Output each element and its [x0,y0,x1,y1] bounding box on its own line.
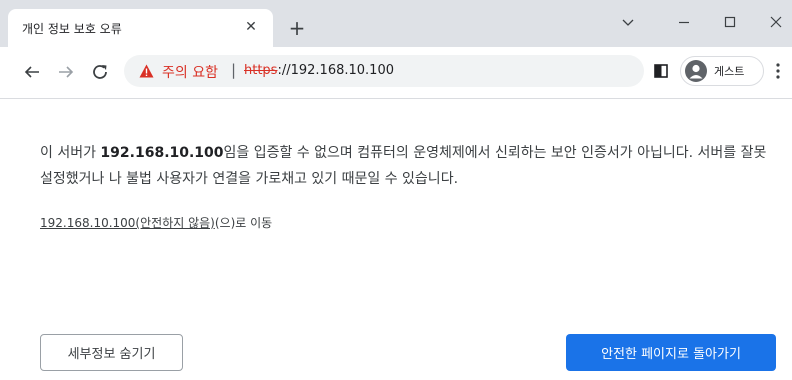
chevron-down-icon[interactable] [616,10,640,34]
tab-title: 개인 정보 보호 오류 [22,22,122,36]
minimize-icon[interactable] [672,10,696,34]
new-tab-icon[interactable]: + [285,17,309,41]
hide-details-button[interactable]: 세부정보 숨기기 [40,334,183,371]
toolbar: 주의 요함 | https://192.168.10.100 게스트 [0,47,792,99]
url-host: ://192.168.10.100 [277,63,394,78]
tab-privacy-error[interactable]: 개인 정보 보호 오류 ✕ [8,9,273,47]
error-details: 이 서버가 192.168.10.100임을 입증할 수 없으며 컴퓨터의 운영… [40,140,780,192]
close-icon[interactable] [764,10,788,34]
security-status[interactable]: 주의 요함 [162,62,218,82]
url-scheme: https [244,63,278,78]
profile-button[interactable]: 게스트 [680,56,764,86]
separator: | [231,61,237,79]
tab-close-icon[interactable]: ✕ [241,17,261,37]
proceed-line: 192.168.10.100(안전하지 않음)(으)로 이동 [40,214,272,231]
message-prefix: 이 서버가 [40,145,101,161]
side-panel-icon[interactable] [654,64,668,78]
error-message: 이 서버가 192.168.10.100임을 입증할 수 없으며 컴퓨터의 운영… [40,140,780,192]
back-arrow-icon[interactable] [20,60,44,84]
address-bar[interactable]: 주의 요함 | https://192.168.10.100 [124,55,644,87]
more-menu-icon[interactable] [774,61,782,81]
forward-arrow-icon[interactable] [54,60,78,84]
back-to-safety-button[interactable]: 안전한 페이지로 돌아가기 [566,334,776,371]
tab-strip: 개인 정보 보호 오류 ✕ + [0,0,792,47]
maximize-icon[interactable] [718,10,742,34]
profile-label: 게스트 [714,65,745,78]
url-text[interactable]: https://192.168.10.100 [244,63,394,78]
avatar-icon [685,60,707,82]
proceed-suffix: (으)로 이동 [214,216,273,230]
proceed-link[interactable]: 192.168.10.100(안전하지 않음) [40,216,215,230]
warning-icon[interactable] [139,64,154,78]
message-host: 192.168.10.100 [100,145,224,161]
reload-icon[interactable] [88,60,112,84]
